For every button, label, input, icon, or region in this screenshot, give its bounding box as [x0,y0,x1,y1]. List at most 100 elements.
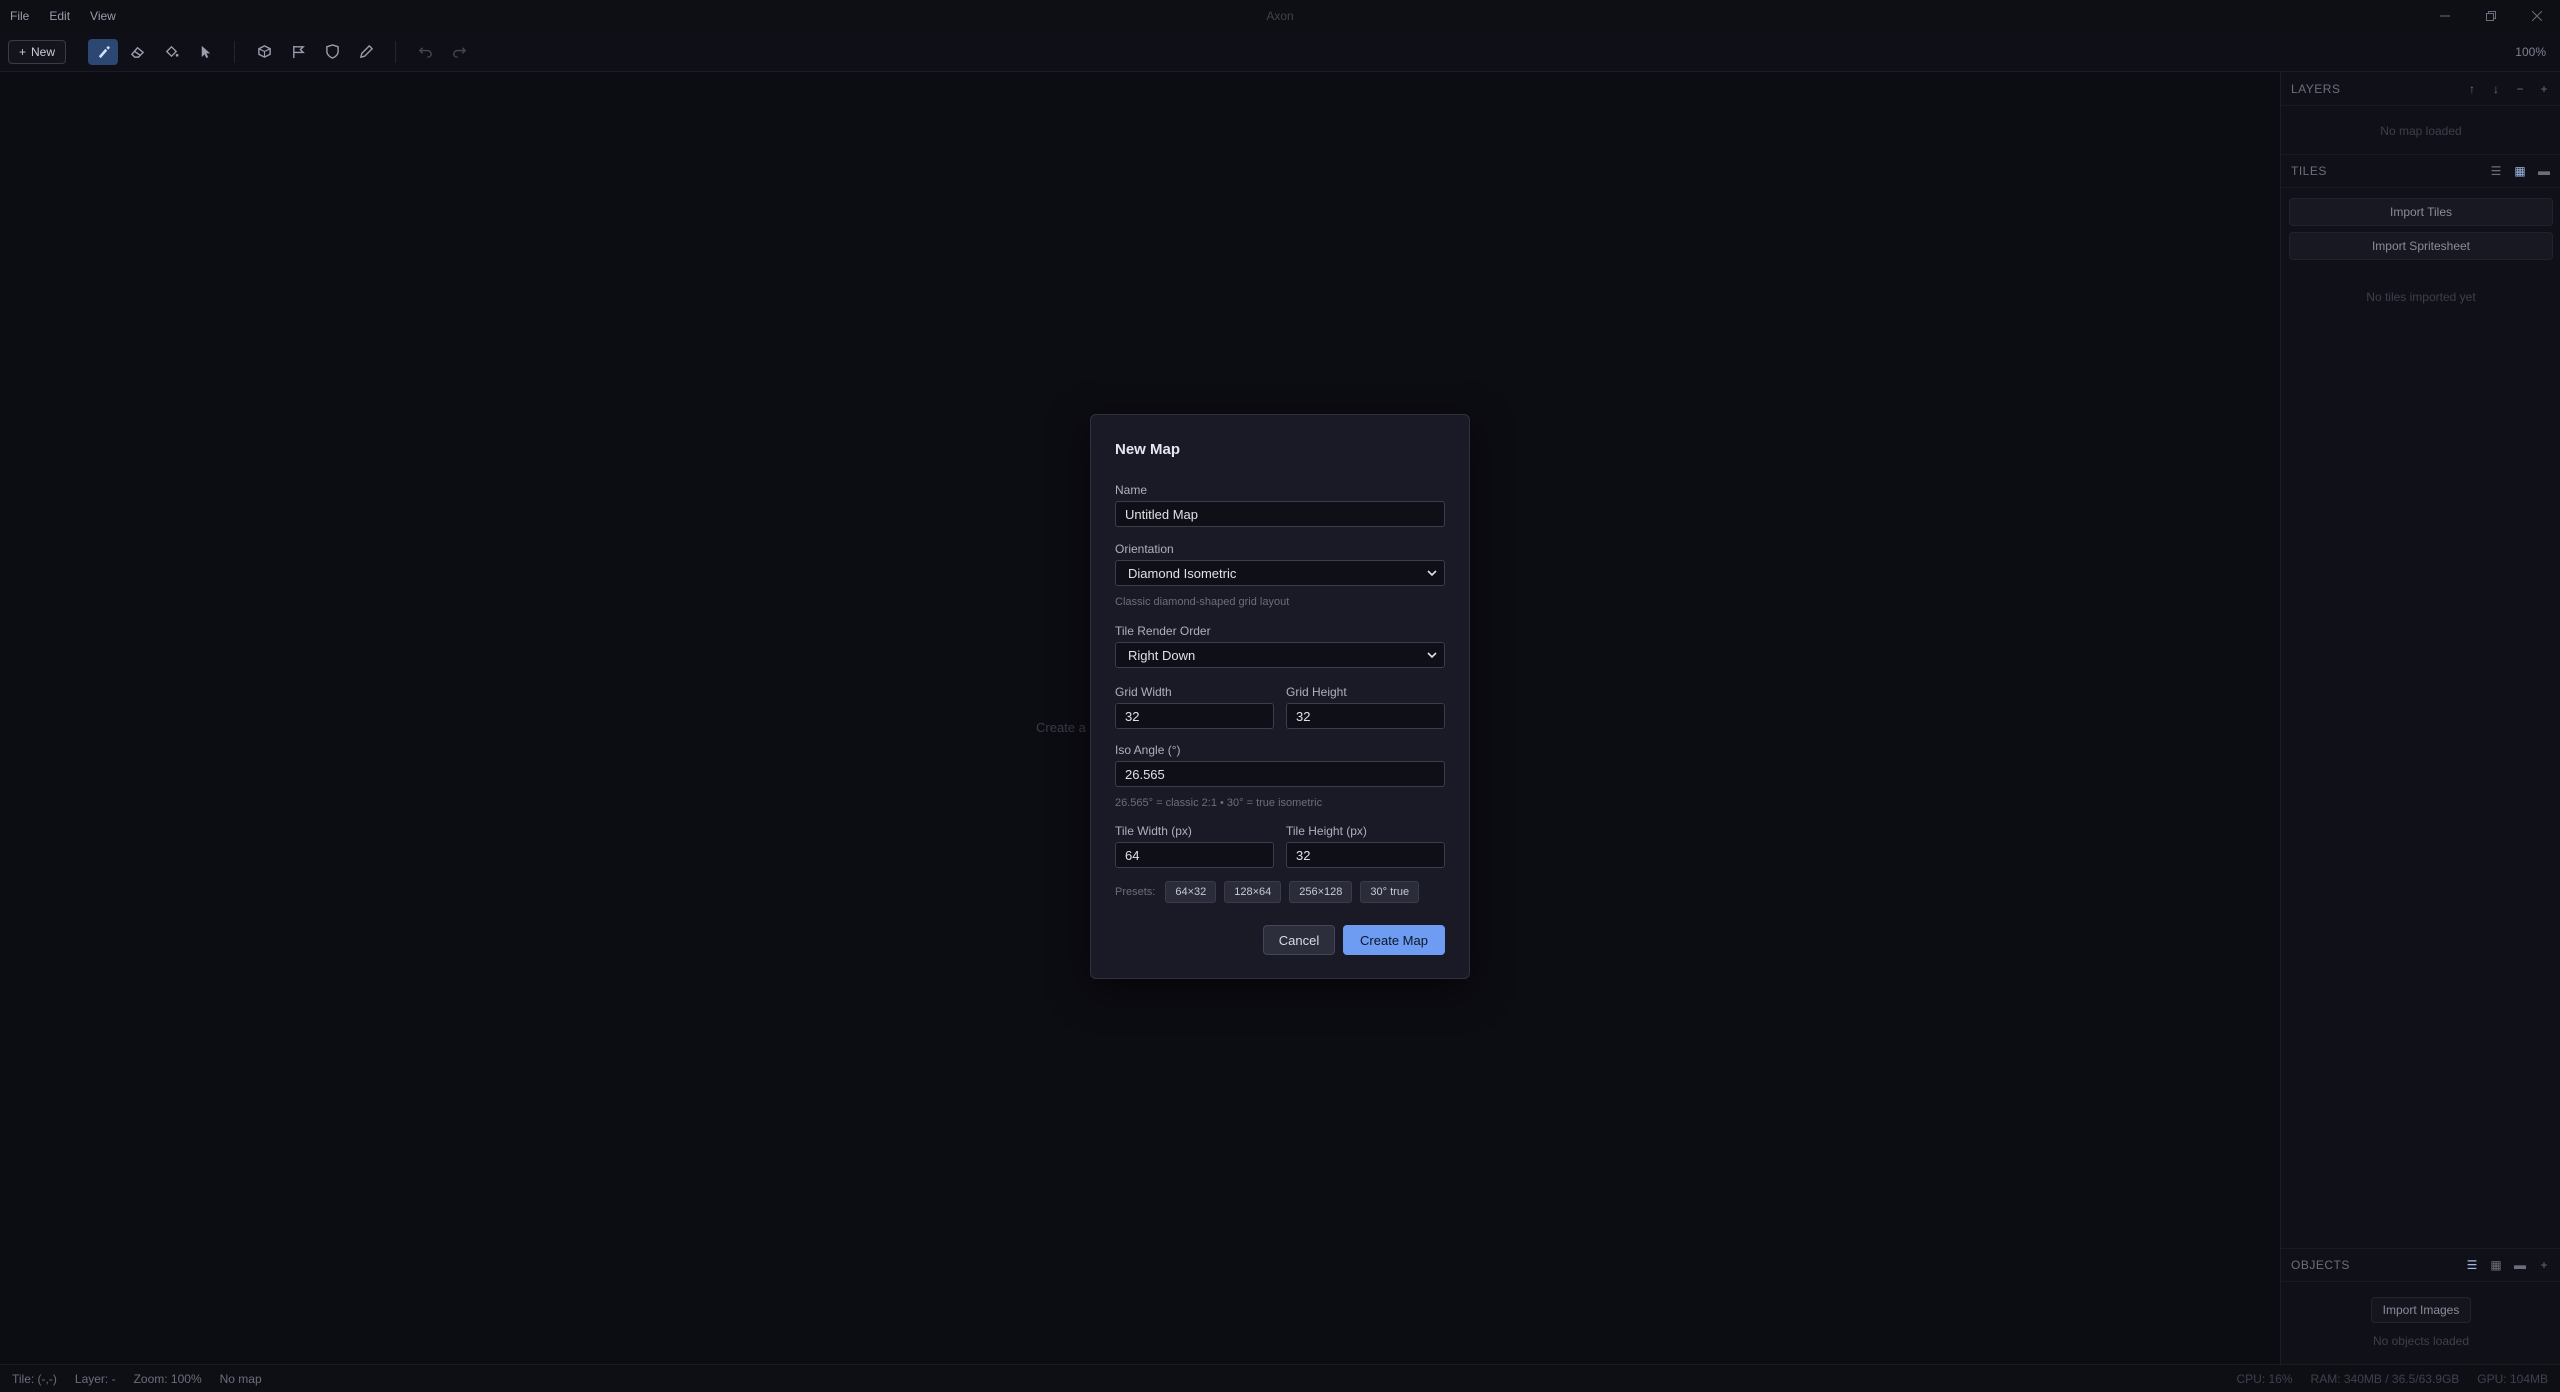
close-icon[interactable] [2514,0,2560,32]
objects-empty: No objects loaded [2372,1334,2470,1348]
orientation-value: Diamond Isometric [1128,565,1237,581]
redo-button[interactable] [444,39,474,65]
maximize-icon[interactable] [2468,0,2514,32]
toolbar-separator [234,40,236,63]
name-label: Name [1115,483,1148,497]
remove-layer-icon[interactable]: − [2513,82,2527,96]
tile-height-label: Tile Height (px) [1286,824,1367,838]
zoom-readout: 100% [2515,44,2546,59]
new-button[interactable]: + New [8,39,67,64]
layers-title: LAYERS [2291,81,2341,96]
grid-height-input[interactable]: 32 [1286,703,1445,729]
right-panel: LAYERS ↑ ↓ − + No map loaded TILES ☰ ▦ ▬… [2280,72,2560,1364]
fill-tool[interactable] [156,39,186,65]
iso-angle-hint: 26.565° = classic 2:1 • 30° = true isome… [1115,797,1323,809]
eraser-icon [130,46,144,58]
status-tile: Tile: (-,-) [12,1371,57,1386]
grid-width-input[interactable]: 32 [1115,703,1274,729]
collision-tool[interactable] [317,39,347,65]
cancel-button[interactable]: Cancel [1263,925,1335,955]
add-object-icon[interactable]: + [2537,1258,2551,1272]
preset-30-true-button[interactable]: 30° true [1360,881,1420,903]
shield-icon [325,44,339,59]
folder-icon[interactable]: ▬ [2537,164,2551,178]
status-layer: Layer: - [74,1371,116,1386]
grid-view-icon[interactable]: ▦ [2489,1258,2503,1272]
import-spritesheet-button[interactable]: Import Spritesheet [2289,232,2553,260]
new-button-label: New [31,44,56,59]
tile-width-label: Tile Width (px) [1115,824,1192,838]
title-bar: File Edit View Axon [0,0,2560,32]
list-view-icon[interactable]: ☰ [2465,1258,2479,1272]
folder-icon[interactable]: ▬ [2513,1258,2527,1272]
render-order-label: Tile Render Order [1115,624,1211,638]
layers-empty: No map loaded [2380,124,2462,138]
pencil-icon [359,44,373,59]
undo-button[interactable] [410,39,440,65]
toolbar: + New 100% [0,32,2560,72]
app-title: Axon [1266,9,1294,23]
redo-icon [452,47,466,58]
preset-64x32-button[interactable]: 64×32 [1165,881,1217,903]
orientation-label: Orientation [1115,542,1174,556]
tiles-header: TILES ☰ ▦ ▬ [2281,154,2560,188]
iso-angle-input[interactable]: 26.565 [1115,761,1445,787]
stamp-tool[interactable] [249,39,279,65]
cursor-icon [201,45,210,59]
pencil-tool[interactable] [351,39,381,65]
status-ram: RAM: 340MB / 36.5/63.9GB [2310,1371,2460,1386]
grid-view-icon[interactable]: ▦ [2513,164,2527,178]
render-order-value: Right Down [1128,647,1196,663]
objects-title: OBJECTS [2291,1258,2350,1272]
preset-128x64-button[interactable]: 128×64 [1224,881,1282,903]
history-tools [410,39,474,65]
chevron-down-icon [1427,652,1437,659]
tile-height-input[interactable]: 32 [1286,842,1445,868]
undo-icon [418,47,432,58]
grid-height-label: Grid Height [1286,685,1347,699]
list-view-icon[interactable]: ☰ [2489,164,2503,178]
flag-tool[interactable] [283,39,313,65]
presets-row: Presets: 64×32 128×64 256×128 30° true [1115,881,1420,903]
status-bar: Tile: (-,-) Layer: - Zoom: 100% No map C… [0,1364,2560,1392]
chevron-down-icon [1427,570,1437,577]
tiles-title: TILES [2291,164,2327,178]
status-map: No map [219,1371,262,1386]
minimize-icon[interactable] [2422,0,2468,32]
move-down-icon[interactable]: ↓ [2489,82,2503,96]
layers-header: LAYERS ↑ ↓ − + [2281,72,2560,106]
create-map-button[interactable]: Create Map [1343,925,1445,955]
render-order-select[interactable]: Right Down [1115,642,1445,668]
tile-width-input[interactable]: 64 [1115,842,1274,868]
brush-icon [98,45,110,59]
tiles-empty: No tiles imported yet [2366,290,2476,304]
toolbar-separator [395,40,397,63]
eraser-tool[interactable] [122,39,152,65]
menu-edit[interactable]: Edit [39,0,80,32]
window-controls [2422,0,2560,32]
move-up-icon[interactable]: ↑ [2465,82,2479,96]
bucket-icon [165,45,179,58]
new-map-dialog: New Map Name Untitled Map Orientation Di… [1090,414,1470,979]
flag-icon [292,45,305,59]
menu-file[interactable]: File [0,0,39,32]
dialog-title: New Map [1115,441,1181,458]
presets-label: Presets: [1115,886,1156,898]
status-zoom: Zoom: 100% [133,1371,202,1386]
orientation-select[interactable]: Diamond Isometric [1115,560,1445,586]
brush-tool[interactable] [88,38,119,65]
cube-icon [257,45,271,58]
canvas-hint: Create a [1036,720,1086,735]
object-tools [249,39,381,65]
orientation-hint: Classic diamond-shaped grid layout [1115,596,1290,608]
add-layer-icon[interactable]: + [2537,82,2551,96]
iso-angle-label: Iso Angle (°) [1115,743,1181,757]
select-tool[interactable] [190,39,220,65]
name-input[interactable]: Untitled Map [1115,501,1445,527]
menu-view[interactable]: View [80,0,126,32]
status-cpu: CPU: 16% [2236,1371,2293,1386]
plus-icon: + [19,44,27,59]
import-tiles-button[interactable]: Import Tiles [2289,198,2553,226]
preset-256x128-button[interactable]: 256×128 [1289,881,1353,903]
import-images-button[interactable]: Import Images [2371,1297,2471,1323]
